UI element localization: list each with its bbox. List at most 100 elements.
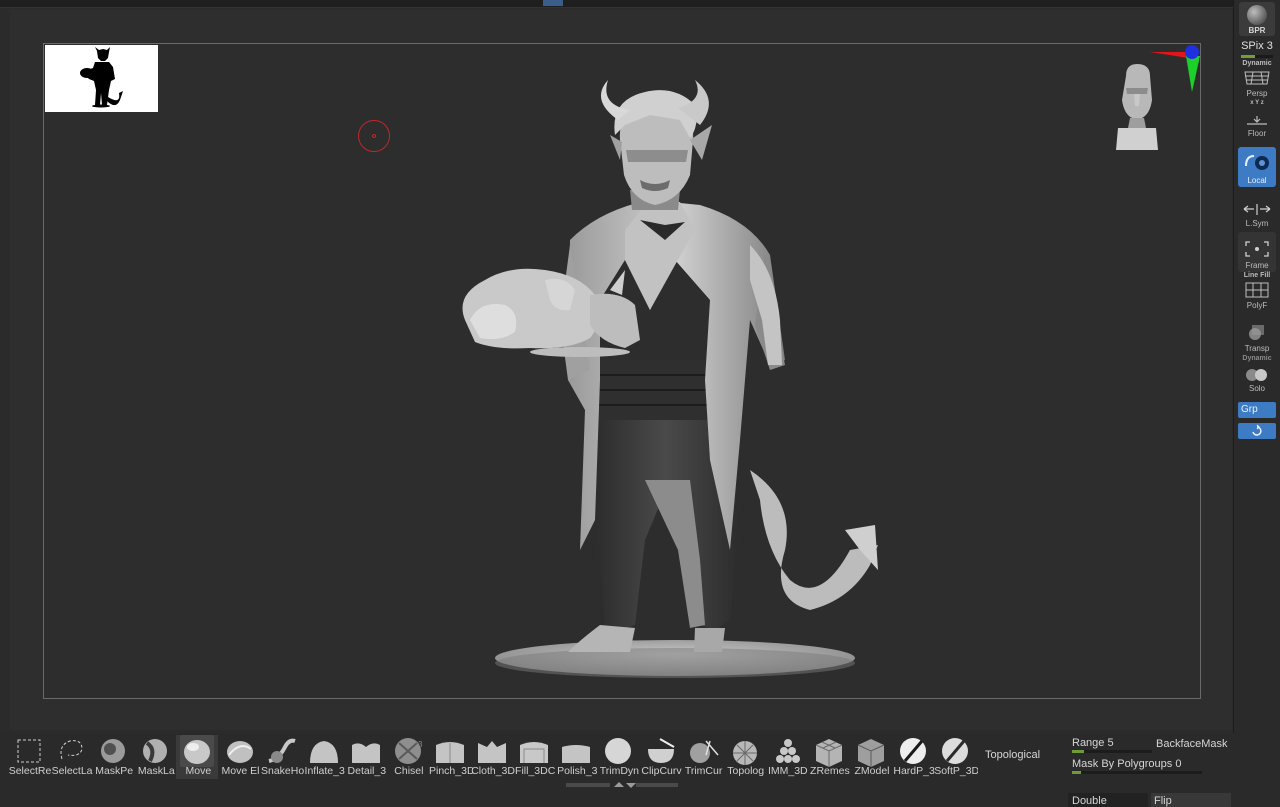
hardpolish-icon xyxy=(900,738,927,764)
detail-icon xyxy=(351,743,380,763)
tray-scroll-handle[interactable] xyxy=(566,781,678,789)
bpr-button[interactable]: BPR xyxy=(1239,2,1275,36)
trimdynamic-icon xyxy=(605,738,632,764)
brush-trimcur[interactable]: TrimCur xyxy=(682,735,724,779)
brush-name: ClipCurv xyxy=(641,765,682,777)
brush-detail-3[interactable]: Detail_3 xyxy=(345,735,387,779)
brush-hardp-3[interactable]: HardP_3 xyxy=(892,735,935,779)
transparency-icon xyxy=(1249,325,1264,340)
active-tab-marker[interactable] xyxy=(543,0,563,6)
polish-icon xyxy=(562,745,591,763)
zremesher-icon xyxy=(815,739,843,767)
brush-name: IMM_3D xyxy=(767,765,808,777)
persp-dynamic-label: Dynamic xyxy=(1242,60,1272,67)
mask-by-polygroups-slider[interactable] xyxy=(1072,771,1202,774)
pinch-icon xyxy=(436,742,464,763)
brush-cloth-3d[interactable]: Cloth_3D xyxy=(471,735,515,779)
polyf-button[interactable]: Line Fill PolyF xyxy=(1238,272,1276,312)
brush-selectla[interactable]: SelectLa xyxy=(50,735,93,779)
render-sphere-icon xyxy=(1247,5,1267,25)
transp-label: Transp xyxy=(1244,344,1270,353)
brush-fill-3dc[interactable]: Fill_3DC xyxy=(513,735,555,779)
move-elastic-icon xyxy=(226,741,253,763)
brush-name: Polish_3 xyxy=(557,765,598,777)
flip-toggle[interactable]: Flip xyxy=(1151,793,1231,807)
brush-trimdyn[interactable]: TrimDyn xyxy=(597,735,639,779)
brush-move[interactable]: Move xyxy=(176,735,219,779)
brush-name: Topolog xyxy=(727,765,765,777)
double-toggle[interactable]: Double xyxy=(1068,793,1148,807)
brush-name: Move xyxy=(185,765,212,777)
local-button[interactable]: Local xyxy=(1238,147,1276,187)
polyf-linefill-label: Line Fill xyxy=(1243,272,1271,279)
brush-name: MaskLa xyxy=(137,765,175,777)
brush-selectre[interactable]: SelectRe xyxy=(8,735,52,779)
select-lasso-icon xyxy=(60,740,83,760)
lsym-button[interactable]: L.Sym xyxy=(1238,190,1276,230)
brush-name: TrimDyn xyxy=(599,765,640,777)
persp-button[interactable]: Dynamic Persp xyxy=(1238,60,1276,100)
spix-label[interactable]: SPix 3 xyxy=(1237,40,1277,52)
range-label[interactable]: Range 5 xyxy=(1072,737,1114,749)
brush-move-el[interactable]: Move El xyxy=(219,735,261,779)
brush-name: Detail_3 xyxy=(347,765,387,777)
brush-name: Move El xyxy=(221,765,260,777)
select-rect-icon xyxy=(17,739,41,763)
solo-button[interactable]: Dynamic Solo xyxy=(1238,355,1276,395)
symmetry-arrows-icon xyxy=(1243,204,1271,215)
frame-icon xyxy=(1245,241,1269,257)
frame-label: Frame xyxy=(1245,261,1269,270)
solo-icon xyxy=(1246,369,1267,381)
axis-gizmo[interactable] xyxy=(1148,42,1204,98)
inflate-icon xyxy=(309,741,338,763)
brush-maskpe[interactable]: MaskPe xyxy=(92,735,134,779)
move-brush-icon xyxy=(180,735,215,767)
refresh-button[interactable] xyxy=(1238,423,1276,439)
backfacemask-toggle[interactable]: BackfaceMask xyxy=(1156,738,1228,750)
brush-name: TrimCur xyxy=(684,765,723,777)
polyframe-grid-icon xyxy=(1245,282,1269,298)
refresh-icon xyxy=(1252,424,1262,436)
floor-axes-label: x Y z xyxy=(1250,100,1264,106)
brush-zremes[interactable]: ZRemes xyxy=(808,735,850,779)
brush-pinch-3d[interactable]: Pinch_3D xyxy=(429,735,473,779)
mask-pen-icon xyxy=(101,739,126,763)
brush-name: ZModel xyxy=(854,765,890,777)
brush-topolog[interactable]: Topolog xyxy=(724,735,766,779)
frame-button[interactable]: Frame xyxy=(1238,232,1276,272)
spix-slider[interactable] xyxy=(1241,55,1273,58)
mask-lasso-icon xyxy=(143,739,168,763)
brush-clipcurv[interactable]: ClipCurv xyxy=(640,735,682,779)
imm-icon xyxy=(775,739,800,763)
range-slider[interactable] xyxy=(1072,750,1152,753)
brush-name: ZRemes xyxy=(810,765,850,777)
floor-button[interactable]: x Y z Floor xyxy=(1238,100,1276,140)
brush-name: SnakeHo xyxy=(260,765,305,777)
brush-chisel[interactable]: 3 Chisel xyxy=(387,735,429,779)
transp-button[interactable]: Transp xyxy=(1238,315,1276,355)
softpolish-icon xyxy=(942,738,969,764)
brush-inflate-3[interactable]: Inflate_3 xyxy=(303,735,345,779)
brush-softp-3d[interactable]: SoftP_3D xyxy=(934,735,979,779)
fill-icon xyxy=(520,742,549,763)
silhouette-icon xyxy=(80,47,123,108)
brush-imm-3d[interactable]: IMM_3D xyxy=(766,735,808,779)
brush-snakeho[interactable]: SnakeHo xyxy=(260,735,305,779)
solo-dynamic-label: Dynamic xyxy=(1242,355,1272,362)
brush-name: SelectRe xyxy=(8,765,52,777)
mask-by-polygroups-label[interactable]: Mask By Polygroups 0 xyxy=(1072,758,1181,770)
brush-polish-3[interactable]: Polish_3 xyxy=(555,735,597,779)
devil-butler-sculpt[interactable] xyxy=(450,80,890,680)
brush-name: SelectLa xyxy=(51,765,93,777)
brush-cursor xyxy=(358,120,390,152)
silhouette-thumbnail xyxy=(45,45,158,112)
brush-name: SoftP_3D xyxy=(934,765,979,777)
chisel-icon: 3 xyxy=(394,738,423,764)
brush-maskla[interactable]: MaskLa xyxy=(134,735,176,779)
topological-toggle[interactable]: Topological xyxy=(985,749,1040,761)
brush-zmodel[interactable]: ZModel xyxy=(850,735,892,779)
floor-label: Floor xyxy=(1247,129,1267,138)
persp-label: Persp xyxy=(1246,89,1268,98)
solo-label: Solo xyxy=(1248,384,1265,393)
grp-button[interactable]: Grp xyxy=(1238,402,1276,418)
